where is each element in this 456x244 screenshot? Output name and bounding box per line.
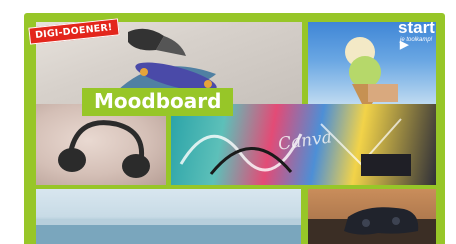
beach-photo: [36, 189, 301, 244]
start-label: start: [398, 18, 435, 37]
start-sub-label: je toolkamp!: [400, 37, 433, 43]
headphones-photo: [36, 104, 166, 185]
moodboard-card[interactable]: Canva DIGI-DOENER! start▶ je toolkamp! M…: [24, 13, 445, 244]
game-controller-photo: [308, 189, 436, 244]
moodboard-title: Moodboard: [82, 88, 234, 116]
